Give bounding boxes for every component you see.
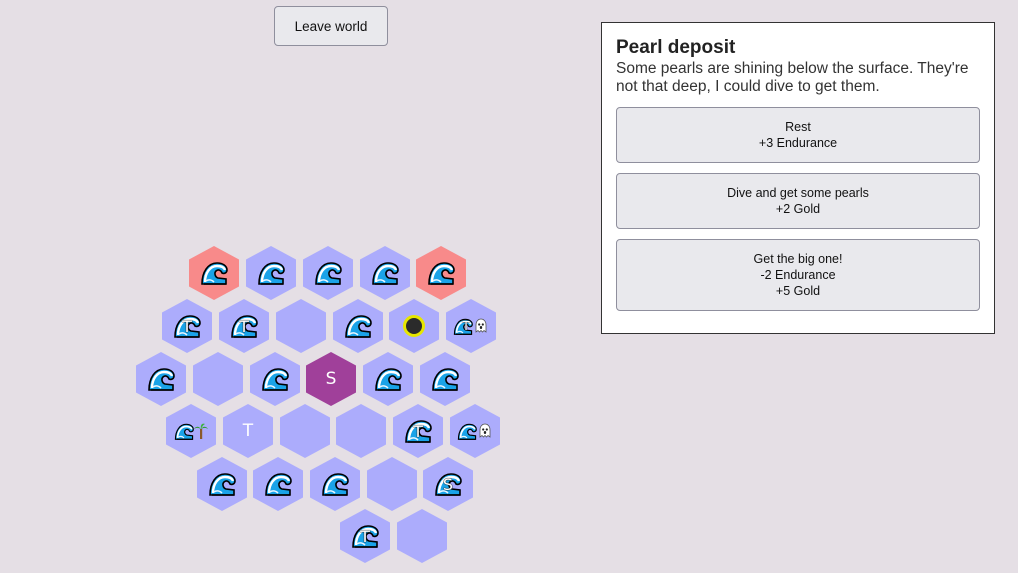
- map-hex-town[interactable]: T: [340, 509, 390, 563]
- town-marker: T: [462, 319, 470, 333]
- start-marker: S: [325, 369, 337, 389]
- map-hex-empty[interactable]: [367, 457, 417, 511]
- event-choices: Rest +3 Endurance Dive and get some pear…: [616, 107, 980, 311]
- event-description: Some pearls are shining below the surfac…: [616, 60, 969, 95]
- wave-icon: [431, 366, 459, 392]
- choice-effect: -2 Endurance: [760, 268, 836, 282]
- map-hex-empty[interactable]: [397, 509, 447, 563]
- wave-icon: [457, 422, 477, 441]
- town-marker: T: [242, 421, 254, 441]
- town-marker: T: [239, 316, 249, 336]
- map-hex-empty[interactable]: [336, 404, 386, 458]
- map-hex-town-ghost[interactable]: T: [446, 299, 496, 353]
- map-hex-town[interactable]: T: [223, 404, 273, 458]
- game-screen: Leave world Pearl deposit Some pearls ar…: [0, 0, 1018, 573]
- map-hex-water[interactable]: [303, 246, 353, 300]
- wave-icon: [264, 471, 292, 497]
- ghost-icon: [473, 318, 489, 334]
- map-hex-water[interactable]: [363, 352, 413, 406]
- map-hex-town[interactable]: T: [162, 299, 212, 353]
- wave-icon: [321, 471, 349, 497]
- map-hex-empty[interactable]: [276, 299, 326, 353]
- choice-effect: +3 Endurance: [758, 136, 838, 150]
- map-hex-water[interactable]: [250, 352, 300, 406]
- map-hex-water[interactable]: [333, 299, 383, 353]
- town-marker: T: [360, 526, 370, 546]
- map-hex-player[interactable]: [389, 299, 439, 353]
- map-hex-water[interactable]: [310, 457, 360, 511]
- map-hex-town[interactable]: T: [393, 404, 443, 458]
- choice-label: Get the big one!: [753, 252, 843, 266]
- wave-icon: [261, 366, 289, 392]
- map-hex-danger[interactable]: [189, 246, 239, 300]
- wave-icon: [208, 471, 236, 497]
- wave-icon: [257, 260, 285, 286]
- map-hex-empty[interactable]: [193, 352, 243, 406]
- wave-icon: [427, 260, 455, 286]
- leave-world-button[interactable]: Leave world: [274, 6, 388, 46]
- map-hex-water[interactable]: [136, 352, 186, 406]
- map-hex-town[interactable]: T: [219, 299, 269, 353]
- map-hex-water[interactable]: [360, 246, 410, 300]
- wave-icon: [314, 260, 342, 286]
- player-marker-icon: [403, 315, 425, 337]
- wave-icon: [344, 313, 372, 339]
- map-hex-danger[interactable]: [416, 246, 466, 300]
- map-hex-secret[interactable]: S: [423, 457, 473, 511]
- palm-tree-icon: [194, 423, 208, 439]
- wave-icon: [147, 366, 175, 392]
- choice-label: Dive and get some pearls: [727, 186, 869, 200]
- secret-marker: S: [442, 474, 454, 494]
- choice-label: Rest: [785, 120, 811, 134]
- event-title: Pearl deposit: [616, 37, 736, 58]
- map-hex-ghost[interactable]: [450, 404, 500, 458]
- choice-effect: +2 Gold: [775, 202, 821, 216]
- choice-rest-button[interactable]: Rest +3 Endurance: [616, 107, 980, 163]
- choice-dive-button[interactable]: Dive and get some pearls +2 Gold: [616, 173, 980, 229]
- wave-icon: [371, 260, 399, 286]
- map-hex-start[interactable]: S: [306, 352, 356, 406]
- town-marker: T: [413, 421, 423, 441]
- town-marker: T: [182, 316, 192, 336]
- map-hex-water[interactable]: [197, 457, 247, 511]
- wave-icon: [200, 260, 228, 286]
- choice-big-one-button[interactable]: Get the big one! -2 Endurance +5 Gold: [616, 239, 980, 311]
- map-hex-island[interactable]: [166, 404, 216, 458]
- wave-icon: [374, 366, 402, 392]
- event-panel: Pearl deposit Some pearls are shining be…: [601, 22, 995, 334]
- map-hex-water[interactable]: [246, 246, 296, 300]
- map-hex-water[interactable]: [253, 457, 303, 511]
- map-hex-empty[interactable]: [280, 404, 330, 458]
- wave-icon: [174, 422, 194, 441]
- map-hex-water[interactable]: [420, 352, 470, 406]
- ghost-icon: [477, 423, 493, 439]
- choice-effect: +5 Gold: [775, 284, 821, 298]
